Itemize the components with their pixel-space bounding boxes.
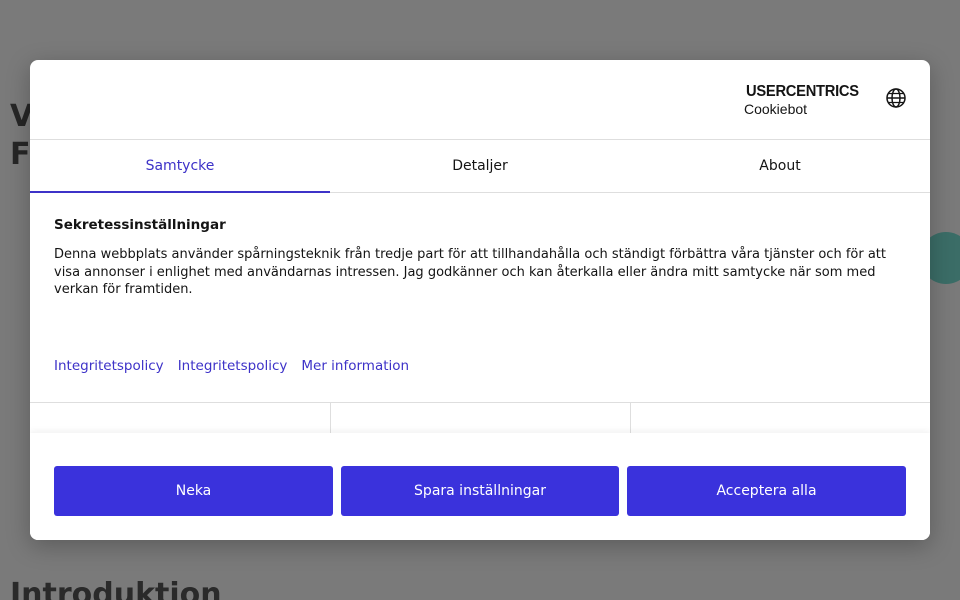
- privacy-policy-link-2[interactable]: Integritetspolicy: [178, 358, 288, 374]
- cookie-consent-dialog: USERCENTRICS Cookiebot Samtycke Detaljer…: [30, 60, 930, 540]
- tab-bar: Samtycke Detaljer About: [30, 140, 930, 193]
- privacy-settings-title: Sekretessinställningar: [54, 217, 226, 233]
- accept-all-button[interactable]: Acceptera alla: [627, 466, 906, 516]
- more-info-link[interactable]: Mer information: [301, 358, 409, 374]
- privacy-policy-link[interactable]: Integritetspolicy: [54, 358, 164, 374]
- brand-name: USERCENTRICS: [746, 83, 859, 100]
- tab-samtycke[interactable]: Samtycke: [30, 140, 330, 193]
- category-cell-1[interactable]: [30, 403, 330, 433]
- globe-icon: [886, 88, 906, 108]
- dialog-header: USERCENTRICS Cookiebot: [30, 60, 930, 140]
- category-cell-2[interactable]: [330, 403, 630, 433]
- background-intro-heading: Introduktion: [10, 577, 222, 600]
- category-cell-3[interactable]: [630, 403, 930, 433]
- usercentrics-logo: USERCENTRICS Cookiebot: [744, 83, 864, 119]
- policy-links: Integritetspolicy Integritetspolicy Mer …: [54, 358, 409, 374]
- consent-content: Sekretessinställningar Denna webbplats a…: [54, 216, 906, 299]
- tab-detaljer[interactable]: Detaljer: [330, 140, 630, 192]
- tab-about[interactable]: About: [630, 140, 930, 192]
- deny-button[interactable]: Neka: [54, 466, 333, 516]
- dialog-footer: Neka Spara inställningar Acceptera alla: [30, 433, 930, 540]
- privacy-settings-text: Denna webbplats använder spårningsteknik…: [54, 247, 886, 297]
- consent-category-strip: [30, 402, 930, 433]
- language-button[interactable]: [885, 87, 907, 109]
- brand-sub: Cookiebot: [744, 101, 808, 117]
- save-settings-button[interactable]: Spara inställningar: [341, 466, 619, 516]
